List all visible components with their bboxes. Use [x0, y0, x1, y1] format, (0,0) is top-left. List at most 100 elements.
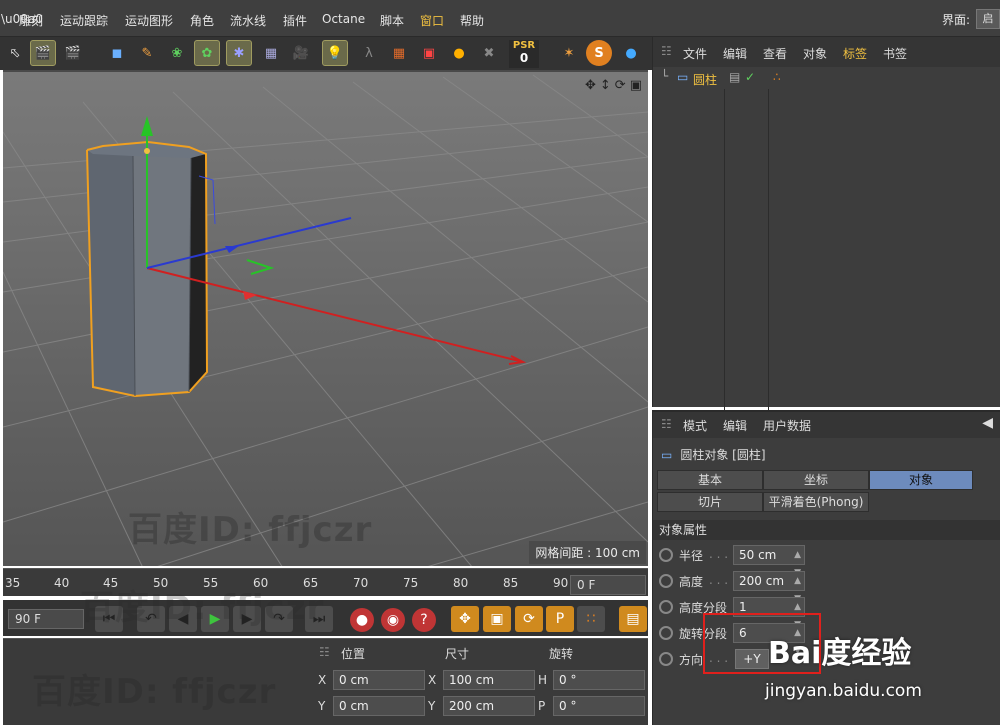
- tab-coordinates[interactable]: 坐标: [763, 470, 869, 490]
- grip-icon: ☷: [661, 44, 672, 58]
- floor-icon[interactable]: ▦: [258, 40, 284, 66]
- radius-field[interactable]: 50 cm▲▼: [733, 545, 805, 578]
- tab-object[interactable]: 对象: [869, 470, 973, 490]
- om-menu-edit[interactable]: 编辑: [723, 45, 747, 62]
- rotate-icon[interactable]: ⟳: [615, 78, 626, 93]
- interface-dropdown[interactable]: 启: [976, 9, 1000, 29]
- size-header: 尺寸: [445, 647, 470, 661]
- pen-icon[interactable]: ✎: [134, 40, 160, 66]
- interface-selector[interactable]: 界面: 启: [942, 8, 1000, 30]
- am-menu-userdata[interactable]: 用户数据: [763, 417, 811, 434]
- axis-label: Y: [318, 699, 326, 713]
- phong-tag-icon[interactable]: ∴: [773, 70, 781, 84]
- am-menu-mode[interactable]: 模式: [683, 417, 707, 434]
- om-menu-file[interactable]: 文件: [683, 45, 707, 62]
- size-x-field[interactable]: 100 cm: [443, 670, 535, 690]
- auto-key-icon[interactable]: ◉: [381, 608, 405, 632]
- animate-radio[interactable]: [659, 600, 673, 614]
- animate-radio[interactable]: [659, 548, 673, 562]
- tab-phong[interactable]: 平滑着色(Phong): [763, 492, 869, 512]
- light-icon[interactable]: 💡: [322, 40, 348, 66]
- viewport-nav-controls[interactable]: ✥ ↕ ⟳ ▣: [585, 78, 642, 93]
- menu-item-script[interactable]: 脚本: [380, 12, 404, 29]
- tab-basic[interactable]: 基本: [657, 470, 763, 490]
- prop-height: 高度 . . . 200 cm▲▼: [659, 570, 999, 604]
- om-menu-view[interactable]: 查看: [763, 45, 787, 62]
- om-menu-bookmarks[interactable]: 书签: [883, 45, 907, 62]
- interface-label: 界面:: [941, 12, 970, 27]
- film-icon[interactable]: ▤: [619, 606, 647, 632]
- animate-radio[interactable]: [659, 652, 673, 666]
- param-key-icon[interactable]: P: [546, 606, 574, 632]
- cursor-icon[interactable]: ⬁: [2, 40, 28, 66]
- record-icon[interactable]: ●: [350, 608, 374, 632]
- position-x-field[interactable]: 0 cm: [333, 670, 425, 690]
- height-field[interactable]: 200 cm▲▼: [733, 571, 805, 604]
- texture-icon[interactable]: ▣: [416, 40, 442, 66]
- psr-indicator[interactable]: PSR 0: [509, 40, 539, 68]
- object-row-cylinder[interactable]: └ ▭ 圆柱 ▤ ✓ ∴: [653, 67, 1000, 89]
- octane-icon[interactable]: ●: [618, 40, 644, 66]
- keyframe-selection-icon[interactable]: ?: [412, 608, 436, 632]
- layer-icon[interactable]: ▤: [729, 70, 740, 84]
- subdivision-icon[interactable]: ❀: [164, 40, 190, 66]
- joint-icon[interactable]: λ: [356, 40, 382, 66]
- prop-label: 高度: [679, 575, 704, 589]
- s-plugin-icon[interactable]: S: [586, 40, 612, 66]
- menu-item-window[interactable]: 窗口: [420, 12, 444, 29]
- camera-icon[interactable]: 🎥: [288, 40, 314, 66]
- column-divider: [768, 89, 769, 429]
- menu-item-octane[interactable]: Octane: [322, 12, 365, 26]
- rotation-p-field[interactable]: 0 °: [553, 696, 645, 716]
- maximize-icon[interactable]: ▣: [630, 78, 642, 93]
- scale-key-icon[interactable]: ▣: [483, 606, 511, 632]
- menu-item-sculpt[interactable]: 雕刻: [19, 12, 43, 29]
- current-frame-field[interactable]: 0 F: [570, 575, 646, 595]
- size-y-field[interactable]: 200 cm: [443, 696, 535, 716]
- snap-icon[interactable]: ✖: [476, 40, 502, 66]
- prop-label: 半径: [679, 549, 704, 563]
- render-view-icon[interactable]: 🎬: [30, 40, 56, 66]
- baidu-id-watermark: 百度ID: ffjczr: [128, 510, 373, 550]
- column-divider: [724, 89, 725, 429]
- menu-item-plugins[interactable]: 插件: [283, 12, 307, 29]
- timeline-tick: 70: [353, 576, 369, 590]
- menu-item-help[interactable]: 帮助: [460, 12, 484, 29]
- zoom-icon[interactable]: ↕: [600, 78, 611, 93]
- menu-item-pipeline[interactable]: 流水线: [230, 12, 266, 29]
- am-menu-edit[interactable]: 编辑: [723, 417, 747, 434]
- rotation-h-field[interactable]: 0 °: [553, 670, 645, 690]
- spline-icon[interactable]: ✶: [556, 40, 582, 66]
- tab-slice[interactable]: 切片: [657, 492, 763, 512]
- om-menu-objects[interactable]: 对象: [803, 45, 827, 62]
- position-y-field[interactable]: 0 cm: [333, 696, 425, 716]
- menu-item-character[interactable]: 角色: [190, 12, 214, 29]
- end-frame-field[interactable]: 90 F: [8, 609, 84, 629]
- viewport-scene: [3, 74, 648, 566]
- 3d-viewport[interactable]: ✥ ↕ ⟳ ▣ 网格间距 : 100 cm: [3, 70, 648, 566]
- render-settings-icon[interactable]: 🎬: [60, 40, 86, 66]
- xyz-axis-icon[interactable]: ●: [446, 40, 472, 66]
- om-menu-tags[interactable]: 标签: [843, 45, 867, 62]
- attribute-manager-menu: ☷ 模式 编辑 用户数据 ◀: [653, 412, 1000, 438]
- axis-label: Y: [428, 699, 436, 713]
- visibility-check-icon[interactable]: ✓: [745, 70, 755, 84]
- rotate-key-icon[interactable]: ⟳: [515, 606, 543, 632]
- rotation-header: 旋转: [549, 647, 574, 661]
- field-value: 1: [739, 600, 747, 614]
- menu-item-mograph[interactable]: 运动图形: [125, 12, 173, 29]
- animate-radio[interactable]: [659, 574, 673, 588]
- tag-icon[interactable]: ▦: [386, 40, 412, 66]
- object-name[interactable]: 圆柱: [693, 71, 717, 88]
- deformer-icon[interactable]: ✱: [226, 40, 252, 66]
- move-key-icon[interactable]: ✥: [451, 606, 479, 632]
- cube-icon[interactable]: ◼: [104, 40, 130, 66]
- generator-icon[interactable]: ✿: [194, 40, 220, 66]
- grip-icon: ☷: [661, 417, 672, 431]
- axis-label: P: [538, 699, 546, 713]
- back-arrow-icon[interactable]: ◀: [982, 415, 993, 431]
- points-key-icon[interactable]: ∷: [577, 606, 605, 632]
- menu-item-motion-tracking[interactable]: 运动跟踪: [60, 12, 108, 29]
- pan-icon[interactable]: ✥: [585, 78, 596, 93]
- animate-radio[interactable]: [659, 626, 673, 640]
